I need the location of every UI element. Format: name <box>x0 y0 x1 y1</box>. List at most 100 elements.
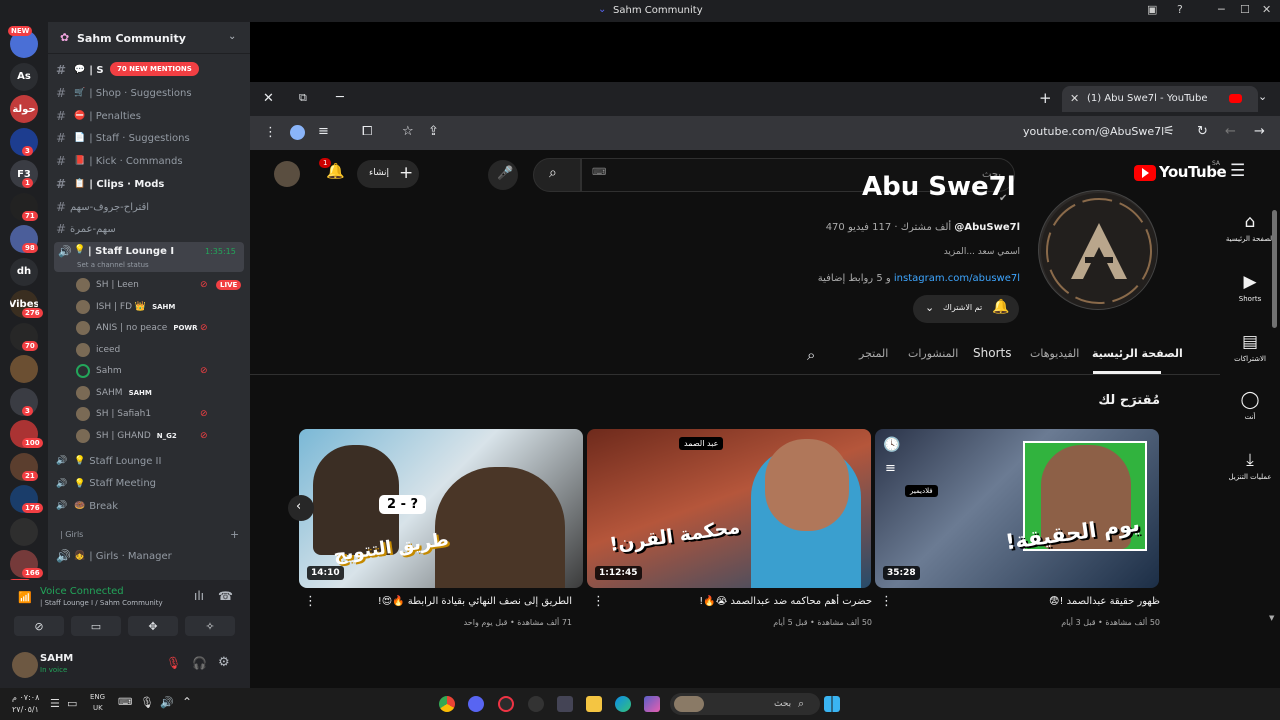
disconnect-icon[interactable]: ☎ <box>218 589 233 603</box>
add-channel-icon[interactable]: + <box>230 528 239 541</box>
inbox-icon[interactable]: ▣ <box>1147 3 1157 16</box>
mute-icon[interactable]: 🎙 <box>166 656 181 670</box>
search-button[interactable]: ⌕ <box>533 158 581 192</box>
channel-tab[interactable]: الفيديوهات <box>1030 347 1079 360</box>
links-more[interactable]: و 5 روابط إضافية <box>818 273 891 284</box>
voice-user[interactable]: SH | GHAND N_G2 ⊘ <box>76 426 244 446</box>
avatar[interactable] <box>12 652 38 678</box>
server-icon-10[interactable] <box>10 355 38 383</box>
new-mentions-pill[interactable]: 70 NEW MENTIONS <box>110 62 199 76</box>
minimize-button[interactable]: ─ <box>1218 3 1225 16</box>
channel-girls-manager[interactable]: 🔊 👧 | Girls · Manager <box>56 546 244 566</box>
voice-user[interactable]: ISH | FD 👑 SAHM <box>76 297 244 317</box>
page-scrollbar[interactable] <box>1272 210 1277 328</box>
channel-item[interactable]: # سهم-عمرة <box>56 219 244 239</box>
video-menu-icon[interactable]: ⋮ <box>592 594 605 609</box>
chevron-down-icon[interactable]: ⌄ <box>228 31 236 42</box>
video-title[interactable]: الطريق إلى نصف النهائي بقيادة الرابطة 🔥😍… <box>312 596 572 607</box>
minimize-window-icon[interactable]: ─ <box>336 90 344 105</box>
youtube-logo-icon[interactable] <box>1134 165 1156 181</box>
hamburger-menu-icon[interactable]: ☰ <box>1230 161 1245 181</box>
carousel-prev-button[interactable]: ‹ <box>288 495 314 521</box>
volume-icon[interactable]: 🔊 <box>160 696 174 709</box>
activities-button[interactable]: ✥ <box>128 616 178 636</box>
watch-later-icon[interactable]: 🕓 <box>883 437 900 453</box>
sidenav-item[interactable]: ⌂ الصفحة الرئيسية <box>1220 212 1280 243</box>
video-title[interactable]: ظهور حقيقة عبدالصمد !😨 <box>900 596 1160 607</box>
instagram-link[interactable]: instagram.com/abuswe7l <box>894 273 1020 284</box>
playlist-icon[interactable]: ≡ <box>318 124 329 139</box>
camera-off-button[interactable]: ⊘ <box>14 616 64 636</box>
video-menu-icon[interactable]: ⋮ <box>880 594 893 609</box>
reload-icon[interactable]: ↻ <box>1197 124 1208 139</box>
voice-location[interactable]: | Staff Lounge I / Sahm Community <box>40 599 163 607</box>
clock-time[interactable]: ٠٧:٠٨ م <box>12 693 39 702</box>
share-icon[interactable]: ⇪ <box>428 124 439 139</box>
store-app-icon[interactable] <box>557 696 573 712</box>
copilot-app-icon[interactable] <box>644 696 660 712</box>
voice-user[interactable]: SAHM SAHM <box>76 383 244 403</box>
extensions-icon[interactable]: ⧠ <box>362 124 372 139</box>
voice-channel-item[interactable]: 🔊 🍩 Break <box>56 496 244 516</box>
mic-icon[interactable]: 🎙 <box>140 696 154 709</box>
subscribed-button[interactable]: ⌄ تم الاشتراك 🔔 <box>913 295 1019 323</box>
start-button-icon[interactable] <box>824 696 840 712</box>
channel-tab[interactable]: الصفحة الرئيسية <box>1092 347 1183 360</box>
voice-user[interactable]: ANIS | no peace POWR ⊘ <box>76 318 244 338</box>
notification-icon[interactable]: ☰ <box>50 697 60 710</box>
display-icon[interactable]: ▭ <box>67 697 77 710</box>
keyboard-icon[interactable]: ⌨ <box>592 167 606 178</box>
language[interactable]: ENG <box>90 693 105 701</box>
sidenav-item[interactable]: ⤓ عمليات التنزيل <box>1220 450 1280 481</box>
server-icon-7[interactable]: dh <box>10 257 38 286</box>
category-girls[interactable]: | Girls <box>60 530 83 539</box>
bookmark-star-icon[interactable]: ☆ <box>402 124 414 139</box>
channel-search-icon[interactable]: ⌕ <box>807 346 815 364</box>
keyboard-icon[interactable]: ⌨ <box>118 697 132 708</box>
server-header[interactable]: ✿ Sahm Community ⌄ <box>48 22 250 54</box>
menu-dots-icon[interactable]: ⋮ <box>264 125 277 140</box>
channel-item[interactable]: # 📕 | Kick · Commands <box>56 151 244 171</box>
url-field[interactable]: youtube.com/@AbuSwe7l <box>1023 125 1164 138</box>
tab-list-icon[interactable]: ⌄ <box>1258 90 1267 103</box>
sidenav-item[interactable]: ▶ Shorts <box>1220 272 1280 303</box>
video-thumbnail-2[interactable]: عبد الصمد محكمة القرن! 1:12:45 <box>587 429 871 588</box>
channel-avatar[interactable] <box>1038 190 1158 310</box>
screen-share-button[interactable]: ▭ <box>71 616 121 636</box>
tray-expand-icon[interactable]: ⌃ <box>182 695 192 709</box>
restore-window-icon[interactable]: ⧉ <box>299 91 307 105</box>
maximize-button[interactable]: ☐ <box>1240 3 1250 16</box>
video-thumbnail-3[interactable]: 2 - ? طريق التتويج 14:10 <box>299 429 583 588</box>
add-to-queue-icon[interactable]: ≡ <box>885 461 896 476</box>
channel-item[interactable]: # ⛔ | Penalties <box>56 106 244 126</box>
back-icon[interactable]: ← <box>1225 124 1236 139</box>
voice-connected-label[interactable]: Voice Connected <box>40 586 124 597</box>
video-thumbnail-1[interactable]: فلاديمير 🕓 ≡ يوم الحقيقة! 35:28 <box>875 429 1159 588</box>
channel-item[interactable]: # 📄 | Staff · Suggestions <box>56 128 244 148</box>
tab-youtube[interactable]: ✕ (1) Abu Swe7l - YouTube <box>1062 86 1258 112</box>
sidenav-item[interactable]: ▤ الاشتراكات <box>1220 332 1280 363</box>
server-icon-15[interactable] <box>10 517 38 546</box>
settings-gear-icon[interactable]: ⚙ <box>218 655 230 670</box>
voice-channel-item[interactable]: 🔊 💡 Staff Meeting <box>56 474 244 494</box>
create-button[interactable]: إنشاء + <box>357 160 419 188</box>
voice-search-button[interactable]: 🎤 <box>488 160 518 190</box>
site-settings-icon[interactable]: ⚟ <box>1163 124 1175 139</box>
active-voice-channel[interactable]: 🔊 💡 | Staff Lounge I 1:35:15 Set a chann… <box>54 242 244 272</box>
app-icon[interactable] <box>498 696 514 712</box>
clock-date[interactable]: ٢٧/٠٥/١ <box>12 705 39 714</box>
channel-item[interactable]: # اقتراح-جروف-سهم <box>56 197 244 217</box>
taskbar-search[interactable]: بحث ⌕ <box>670 693 820 715</box>
keyboard-region[interactable]: UK <box>93 704 103 712</box>
edge-app-icon[interactable] <box>615 696 631 712</box>
channel-tab[interactable]: المتجر <box>859 347 888 360</box>
channel-status[interactable]: Set a channel status <box>77 261 149 269</box>
close-tab-icon[interactable]: ✕ <box>1070 92 1079 105</box>
noise-icon[interactable]: ılı <box>194 589 204 603</box>
voice-user[interactable]: SH | Safiah1 ⊘ <box>76 404 244 424</box>
profile-icon[interactable] <box>290 125 305 140</box>
forward-icon[interactable]: → <box>1254 124 1265 139</box>
voice-user[interactable]: SH | Leen LIVE ⊘ <box>76 275 244 295</box>
settings-app-icon[interactable] <box>528 696 544 712</box>
channel-tab[interactable]: المنشورات <box>908 347 958 360</box>
